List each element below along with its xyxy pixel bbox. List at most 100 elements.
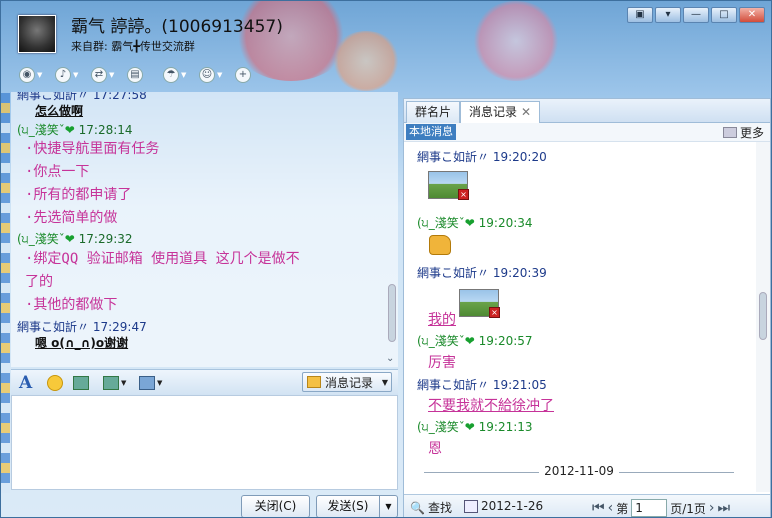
error-icon: ×	[458, 189, 469, 200]
history-subbar: 本地消息 更多	[404, 123, 770, 142]
message-text: 厉害	[428, 355, 456, 371]
message-text: ·其他的都做下	[25, 297, 118, 313]
history-icon	[307, 376, 321, 388]
app-icon: ☂	[163, 67, 179, 83]
add-button[interactable]: +	[235, 64, 261, 86]
video-button[interactable]: ◉ ▼	[19, 64, 45, 86]
sender-name: 網事こ如訢〃	[417, 266, 490, 280]
app-button[interactable]: ☂ ▼	[163, 64, 189, 86]
page-prefix: 第	[616, 501, 629, 516]
broken-image-icon[interactable]: ×	[459, 289, 500, 318]
image-button[interactable]: ▼	[103, 374, 126, 392]
remote-icon: ☺	[199, 67, 215, 83]
window-header: 霸气 諪諪。(1006913457) 来自群: 霸气╋传世交流群 ▣ ▾ — □…	[1, 1, 771, 93]
local-messages-label[interactable]: 本地消息	[406, 124, 456, 140]
sender-name: 網事こ如訢〃	[417, 378, 490, 392]
mic-icon: ♪	[55, 67, 71, 83]
remote-button[interactable]: ☺ ▼	[199, 64, 225, 86]
close-window-button[interactable]: ✕	[739, 7, 765, 23]
message-text: 恩	[428, 441, 442, 457]
chat-scrollbar[interactable]	[388, 284, 396, 342]
broken-image-icon[interactable]: ×	[428, 171, 469, 200]
tab-label: 群名片	[415, 105, 452, 119]
speaker-icon	[722, 127, 737, 138]
first-page-icon[interactable]: ⏮	[592, 500, 605, 516]
heart-icon: ❤	[64, 232, 75, 246]
find-button[interactable]: 🔍 查找	[410, 499, 452, 516]
message-header: (੫_淺笑ˇ❤ 19:21:13	[417, 418, 533, 435]
side-tabs: 群名片 消息记录 ✕	[404, 99, 770, 124]
message-header: (੫_淺笑ˇ❤ 19:20:34	[417, 214, 533, 231]
sender-name: 網事こ如訢〃	[17, 92, 90, 102]
capture-icon	[139, 376, 155, 390]
message-history-label: 消息记录	[325, 375, 374, 390]
sender-name: (੫_淺笑ˇ	[17, 232, 65, 246]
left-edge-decoration	[1, 93, 10, 493]
sender-name: 網事こ如訢〃	[417, 150, 490, 164]
date-divider: 2012-11-09	[404, 464, 754, 478]
message-time: 19:20:57	[478, 334, 533, 348]
message-history-button[interactable]: 消息记录 ▼	[302, 372, 392, 392]
scroll-thumb[interactable]	[759, 292, 767, 340]
tab-message-history[interactable]: 消息记录 ✕	[460, 101, 541, 124]
heart-icon: ❤	[464, 420, 475, 434]
dropdown-icon: ▼	[157, 379, 163, 387]
message-text: 怎么做啊	[35, 104, 84, 118]
subtitle-prefix: 来自群:	[71, 40, 108, 53]
sender-name: (੫_淺笑ˇ	[417, 216, 465, 230]
message-time: 17:29:47	[92, 320, 147, 334]
send-options-button[interactable]: ▼	[379, 495, 398, 517]
prev-page-icon[interactable]: ‹	[608, 500, 614, 516]
close-tab-icon[interactable]: ✕	[521, 105, 531, 119]
chat-history[interactable]: 網事こ如訢〃 17:27:58 怎么做啊 (੫_淺笑ˇ❤ 17:28:14 ·快…	[11, 92, 398, 367]
message-text: 嗯 o(∩_∩)o谢谢	[35, 336, 129, 350]
date-picker[interactable]: 2012-1-26	[464, 499, 543, 513]
smiley-icon	[47, 375, 63, 391]
skin-button[interactable]: ▣	[627, 7, 653, 23]
screen-capture-button[interactable]: ▼	[139, 374, 162, 392]
dropdown-icon: ▼	[381, 377, 388, 387]
message-header: (੫_淺笑ˇ❤ 17:28:14	[17, 121, 133, 138]
maximize-button[interactable]: □	[711, 7, 737, 23]
next-page-icon[interactable]: ›	[709, 500, 715, 516]
screenshot-button[interactable]: ▤	[127, 64, 153, 86]
history-scrollbar[interactable]	[756, 142, 770, 492]
sender-name: (੫_淺笑ˇ	[417, 334, 465, 348]
send-button[interactable]: 发送(S)	[316, 495, 380, 517]
group-name-link[interactable]: 霸气╋传世交流群	[111, 40, 195, 53]
message-time: 17:27:58	[92, 92, 147, 102]
window-subtitle: 来自群: 霸气╋传世交流群	[71, 38, 195, 54]
close-button[interactable]: 关闭(C)	[241, 495, 310, 517]
history-messages[interactable]: 網事こ如訢〃 19:20:20 × (੫_淺笑ˇ❤ 19:20:34 網事こ如訢…	[404, 142, 754, 492]
page-input[interactable]: 1	[631, 499, 668, 517]
file-transfer-button[interactable]: ⇄ ▼	[91, 64, 117, 86]
video-icon: ◉	[19, 67, 35, 83]
message-time: 19:21:13	[478, 420, 533, 434]
message-header: 網事こ如訢〃 17:29:47	[17, 318, 147, 335]
message-input[interactable]	[11, 395, 398, 490]
page-suffix: 页/1页	[670, 501, 706, 516]
tab-group-card[interactable]: 群名片	[406, 101, 461, 123]
avatar[interactable]	[18, 15, 56, 53]
font-button[interactable]: A	[19, 373, 32, 393]
voice-button[interactable]: ♪ ▼	[55, 64, 81, 86]
message-header: (੫_淺笑ˇ❤ 17:29:32	[17, 230, 133, 247]
message-header: (੫_淺笑ˇ❤ 19:20:57	[417, 332, 533, 349]
message-time: 19:20:20	[492, 150, 547, 164]
screenshot-icon: ▤	[127, 67, 143, 83]
dropdown-icon: ▼	[385, 502, 392, 511]
message-time: 17:29:32	[78, 232, 133, 246]
emoji-button[interactable]	[47, 374, 63, 392]
minimize-button[interactable]: —	[683, 7, 709, 23]
message-text: ·你点一下	[25, 164, 90, 180]
more-button[interactable]: 更多	[722, 124, 764, 141]
menu-button[interactable]: ▾	[655, 7, 681, 23]
last-page-icon[interactable]: ⏭	[718, 500, 731, 516]
tab-label: 消息记录	[469, 105, 518, 119]
magic-button[interactable]	[73, 374, 89, 392]
message-time: 19:21:05	[492, 378, 547, 392]
magic-icon	[73, 376, 89, 390]
file-transfer-icon: ⇄	[91, 67, 107, 83]
calendar-icon	[464, 499, 478, 513]
collapse-arrow-icon[interactable]: ⌄	[386, 353, 394, 364]
